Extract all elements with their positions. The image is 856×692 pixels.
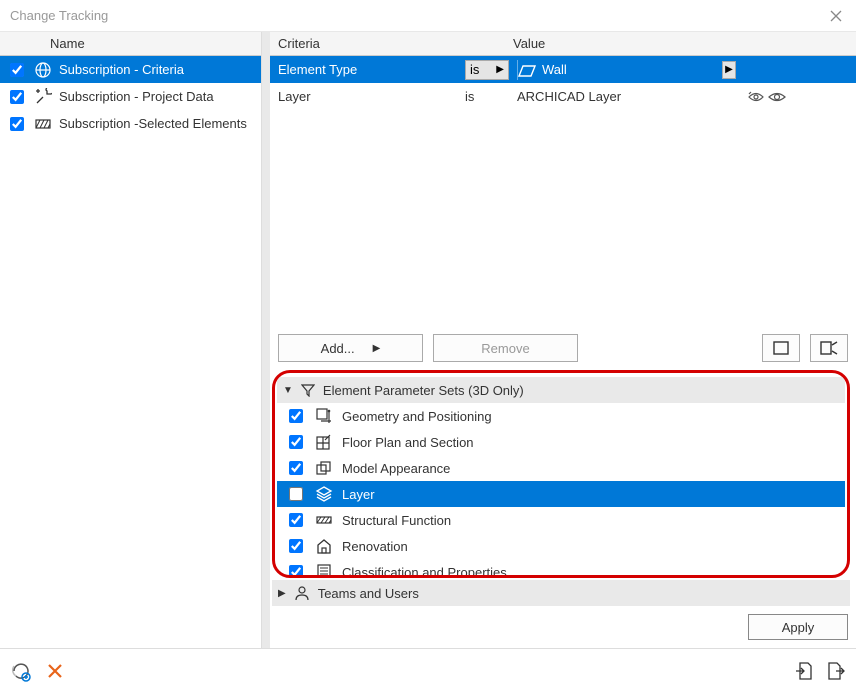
struct-icon xyxy=(314,510,334,530)
close-icon[interactable] xyxy=(826,6,846,26)
remove-label: Remove xyxy=(481,341,529,356)
element-parameter-sets-section: ▼ Element Parameter Sets (3D Only) Geome… xyxy=(272,370,850,578)
apply-label: Apply xyxy=(782,620,815,635)
wrench-icon xyxy=(33,87,53,107)
globe-icon xyxy=(33,60,53,80)
layer-icon xyxy=(314,484,334,504)
refresh-icon[interactable] xyxy=(10,660,32,682)
geom-icon xyxy=(314,406,334,426)
renov-icon xyxy=(314,536,334,556)
value-col-header[interactable]: Value xyxy=(465,32,545,55)
lock-eye-icon[interactable] xyxy=(748,90,764,104)
bounding-box-button[interactable] xyxy=(762,334,800,362)
subscription-row[interactable]: Subscription -Selected Elements xyxy=(0,110,261,137)
titlebar: Change Tracking xyxy=(0,0,856,32)
expand-icon: ▶ xyxy=(278,588,286,599)
param-row[interactable]: Geometry and Positioning xyxy=(277,403,845,429)
criteria-row[interactable]: Layeris ARCHICAD Layer xyxy=(270,83,856,110)
collapse-icon: ▼ xyxy=(283,385,293,396)
param-label: Geometry and Positioning xyxy=(342,409,492,424)
value-text: ARCHICAD Layer xyxy=(517,89,621,104)
operator-value: is xyxy=(465,89,474,104)
param-row[interactable]: Model Appearance xyxy=(277,455,845,481)
filter-icon xyxy=(301,383,315,397)
param-label: Classification and Properties xyxy=(342,565,507,579)
param-checkbox[interactable] xyxy=(289,435,303,449)
operator-dropdown[interactable]: is▶ xyxy=(465,60,509,80)
criteria-list: Element Typeis▶ Wall▶ Layeris ARCHICAD Laye… xyxy=(270,56,856,328)
param-section-title: Element Parameter Sets (3D Only) xyxy=(323,383,524,398)
teams-section-title: Teams and Users xyxy=(318,586,419,601)
param-label: Floor Plan and Section xyxy=(342,435,474,450)
param-label: Model Appearance xyxy=(342,461,450,476)
panel-resize-handle[interactable] xyxy=(262,32,270,648)
subscription-row[interactable]: Subscription - Criteria xyxy=(0,56,261,83)
plan-icon xyxy=(314,432,334,452)
param-checkbox[interactable] xyxy=(289,565,303,578)
criteria-buttons: Add... ▶ Remove xyxy=(270,328,856,368)
model-icon xyxy=(314,458,334,478)
export-icon[interactable] xyxy=(826,661,846,681)
person-icon xyxy=(294,585,310,601)
class-icon xyxy=(314,562,334,578)
param-section-header[interactable]: ▼ Element Parameter Sets (3D Only) xyxy=(277,377,845,403)
apply-button[interactable]: Apply xyxy=(748,614,848,640)
param-label: Structural Function xyxy=(342,513,451,528)
bottom-toolbar xyxy=(0,648,856,692)
add-arrow-icon: ▶ xyxy=(373,343,381,354)
subscription-row[interactable]: Subscription - Project Data xyxy=(0,83,261,110)
param-checkbox[interactable] xyxy=(289,461,303,475)
param-row[interactable]: Floor Plan and Section xyxy=(277,429,845,455)
param-checkbox[interactable] xyxy=(289,513,303,527)
wall-icon xyxy=(518,63,536,77)
add-criteria-button[interactable]: Add... ▶ xyxy=(278,334,423,362)
subscription-label: Subscription - Criteria xyxy=(59,62,184,77)
remove-criteria-button[interactable]: Remove xyxy=(433,334,578,362)
subscription-checkbox[interactable] xyxy=(10,117,24,131)
expand-view-button[interactable] xyxy=(810,334,848,362)
left-panel: Name Subscription - Criteria Subscription… xyxy=(0,32,262,648)
param-row[interactable]: Renovation xyxy=(277,533,845,559)
import-icon[interactable] xyxy=(794,661,814,681)
criteria-header: Criteria Value xyxy=(270,32,856,56)
criteria-name: Layer xyxy=(270,89,465,104)
param-checkbox[interactable] xyxy=(289,539,303,553)
param-label: Renovation xyxy=(342,539,408,554)
param-row[interactable]: Layer xyxy=(277,481,845,507)
criteria-row[interactable]: Element Typeis▶ Wall▶ xyxy=(270,56,856,83)
subscription-checkbox[interactable] xyxy=(10,63,24,77)
param-checkbox[interactable] xyxy=(289,487,303,501)
param-label: Layer xyxy=(342,487,375,502)
subscription-label: Subscription - Project Data xyxy=(59,89,214,104)
window-title: Change Tracking xyxy=(10,8,826,23)
param-row[interactable]: Structural Function xyxy=(277,507,845,533)
criteria-col-header[interactable]: Criteria xyxy=(270,32,465,55)
param-checkbox[interactable] xyxy=(289,409,303,423)
eye-icon[interactable] xyxy=(768,90,786,104)
value-dropdown[interactable]: Wall▶ xyxy=(517,60,856,80)
delete-icon[interactable] xyxy=(46,662,64,680)
subscription-label: Subscription -Selected Elements xyxy=(59,116,247,131)
hatch-icon xyxy=(33,114,53,134)
left-header-name[interactable]: Name xyxy=(0,32,261,56)
teams-section-header[interactable]: ▶ Teams and Users xyxy=(272,580,850,606)
subscription-checkbox[interactable] xyxy=(10,90,24,104)
param-row[interactable]: Classification and Properties xyxy=(277,559,845,578)
add-label: Add... xyxy=(321,341,355,356)
criteria-name: Element Type xyxy=(270,62,465,77)
